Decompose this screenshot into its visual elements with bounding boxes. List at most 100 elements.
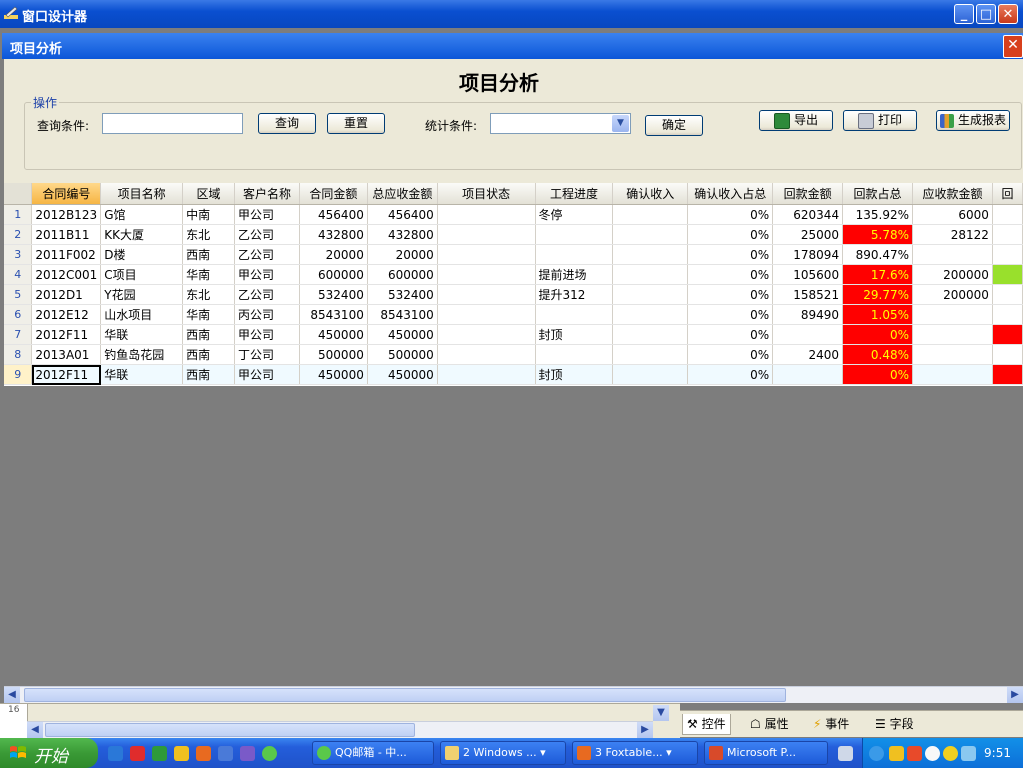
close-button[interactable]: ✕ — [998, 4, 1018, 24]
table-cell[interactable] — [535, 224, 614, 245]
table-cell[interactable]: 华南 — [182, 264, 235, 285]
table-cell[interactable]: 乙公司 — [234, 284, 300, 305]
table-cell[interactable]: 532400 — [367, 284, 438, 305]
table-cell[interactable]: 丙公司 — [234, 304, 300, 325]
scroll-right-icon[interactable]: ▶ — [1007, 687, 1023, 703]
table-cell[interactable]: G馆 — [100, 204, 184, 225]
table-row[interactable]: 4 2012C001 C项目 华南 甲公司 600000 600000 提前进场 0% 10560… — [4, 264, 1023, 285]
row-number[interactable]: 8 — [4, 344, 33, 365]
table-cell[interactable]: 1.05% — [842, 304, 914, 325]
table-cell[interactable]: 135.92% — [842, 204, 914, 225]
table-cell[interactable] — [437, 224, 536, 245]
table-cell[interactable]: 2012D1 — [31, 284, 102, 305]
qq-icon[interactable] — [174, 746, 189, 761]
table-cell[interactable]: 东北 — [182, 284, 235, 305]
form-close-button[interactable]: ✕ — [1003, 35, 1023, 58]
column-header[interactable]: 回款金额 — [772, 183, 844, 205]
table-cell[interactable]: 17.6% — [842, 264, 914, 285]
table-cell[interactable] — [912, 324, 993, 345]
table-cell[interactable] — [535, 344, 614, 365]
row-number[interactable]: 2 — [4, 224, 33, 245]
table-row[interactable]: 5 2012D1 Y花园 东北 乙公司 532400 532400 提升312 0% 158521… — [4, 284, 1023, 305]
table-cell[interactable]: 0% — [687, 284, 774, 305]
column-header[interactable]: 项目状态 — [437, 183, 536, 205]
table-cell[interactable]: 华联 — [100, 324, 184, 345]
table-cell[interactable]: 钓鱼岛花园 — [100, 344, 184, 365]
table-cell[interactable]: 105600 — [772, 264, 844, 285]
table-cell[interactable]: 600000 — [299, 264, 368, 285]
table-cell[interactable]: 华联 — [100, 364, 184, 385]
table-cell[interactable]: 432800 — [367, 224, 438, 245]
table-cell[interactable]: 890.47% — [842, 244, 914, 265]
table-cell[interactable] — [992, 284, 1023, 305]
tab-events[interactable]: ⚡ 事件 — [813, 714, 849, 734]
scroll-left-icon[interactable]: ◀ — [27, 722, 43, 738]
table-row[interactable]: 2 2011B11 KK大厦 东北 乙公司 432800 432800 0% 25000 5.78… — [4, 224, 1023, 245]
column-header[interactable]: 合同金额 — [299, 183, 368, 205]
table-cell[interactable]: 620344 — [772, 204, 844, 225]
table-cell[interactable]: 0.48% — [842, 344, 914, 365]
table-cell[interactable]: D楼 — [100, 244, 184, 265]
table-cell[interactable]: 华南 — [182, 304, 235, 325]
column-header[interactable]: 客户名称 — [234, 183, 300, 205]
editor-icon[interactable] — [240, 746, 255, 761]
table-cell[interactable]: 甲公司 — [234, 364, 300, 385]
table-cell[interactable]: 0% — [842, 364, 914, 385]
table-cell[interactable] — [772, 364, 844, 385]
keyboard-icon[interactable] — [838, 746, 853, 761]
table-cell[interactable]: 0% — [687, 204, 774, 225]
table-cell[interactable] — [992, 204, 1023, 225]
table-cell[interactable] — [992, 244, 1023, 265]
column-header[interactable]: 确认收入 — [612, 183, 689, 205]
table-cell[interactable]: 西南 — [182, 244, 235, 265]
table-cell[interactable]: Y花园 — [100, 284, 184, 305]
table-cell[interactable]: 200000 — [912, 264, 993, 285]
table-cell[interactable]: 2012F11 — [31, 324, 102, 345]
table-cell[interactable]: 2012C001 — [31, 264, 102, 285]
table-cell[interactable]: 450000 — [367, 364, 438, 385]
table-row[interactable]: 8 2013A01 钓鱼岛花园 西南 丁公司 500000 500000 0% 2400 0.48… — [4, 344, 1023, 365]
table-cell[interactable]: 0% — [687, 364, 774, 385]
table-cell[interactable]: 0% — [687, 224, 774, 245]
table-cell[interactable] — [992, 324, 1023, 345]
table-cell[interactable]: 2011F002 — [31, 244, 102, 265]
row-number[interactable]: 7 — [4, 324, 33, 345]
table-cell[interactable]: 532400 — [299, 284, 368, 305]
table-cell[interactable]: 山水项目 — [100, 304, 184, 325]
table-cell[interactable] — [612, 224, 689, 245]
column-header[interactable]: 区域 — [182, 183, 235, 205]
row-number[interactable]: 1 — [4, 204, 33, 225]
table-cell[interactable] — [612, 364, 689, 385]
row-number[interactable]: 6 — [4, 304, 33, 325]
scroll-right-icon[interactable]: ▶ — [637, 722, 653, 738]
table-cell[interactable]: 封顶 — [535, 324, 614, 345]
table-row[interactable]: 1 2012B123 G馆 中南 甲公司 456400 456400 冬停 0% 620344 13… — [4, 204, 1023, 225]
table-row[interactable]: 6 2012E12 山水项目 华南 丙公司 8543100 8543100 0% 89490 1.… — [4, 304, 1023, 325]
chat-icon[interactable] — [262, 746, 277, 761]
table-cell[interactable]: 提升312 — [535, 284, 614, 305]
table-cell[interactable]: 0% — [687, 304, 774, 325]
table-cell[interactable]: 450000 — [299, 364, 368, 385]
table-cell[interactable]: 西南 — [182, 324, 235, 345]
table-cell[interactable]: 乙公司 — [234, 244, 300, 265]
table-cell[interactable]: 0% — [687, 324, 774, 345]
print-button[interactable]: 打印 — [843, 110, 917, 131]
table-cell[interactable]: 中南 — [182, 204, 235, 225]
designer-hscroll-thumb[interactable] — [45, 723, 415, 737]
table-cell[interactable] — [535, 244, 614, 265]
data-grid[interactable]: 合同编号 项目名称 区域 客户名称 合同金额 总应收金额 项目状态 工程进度 确认收入 确认收入占… — [4, 183, 1023, 386]
table-cell[interactable]: 158521 — [772, 284, 844, 305]
table-cell[interactable] — [612, 304, 689, 325]
table-cell[interactable] — [437, 344, 536, 365]
query-input[interactable] — [102, 113, 243, 134]
table-cell[interactable] — [437, 264, 536, 285]
grid-hscroll-thumb[interactable] — [24, 688, 786, 702]
column-header[interactable]: 工程进度 — [535, 183, 614, 205]
scroll-down-icon[interactable]: ▼ — [653, 705, 669, 721]
table-cell[interactable] — [772, 324, 844, 345]
table-cell[interactable]: 0% — [687, 244, 774, 265]
table-cell[interactable]: 20000 — [299, 244, 368, 265]
table-cell[interactable] — [612, 244, 689, 265]
report-button[interactable]: 生成报表 — [936, 110, 1010, 131]
designer-hscrollbar[interactable]: ◀ ▶ — [27, 721, 653, 738]
